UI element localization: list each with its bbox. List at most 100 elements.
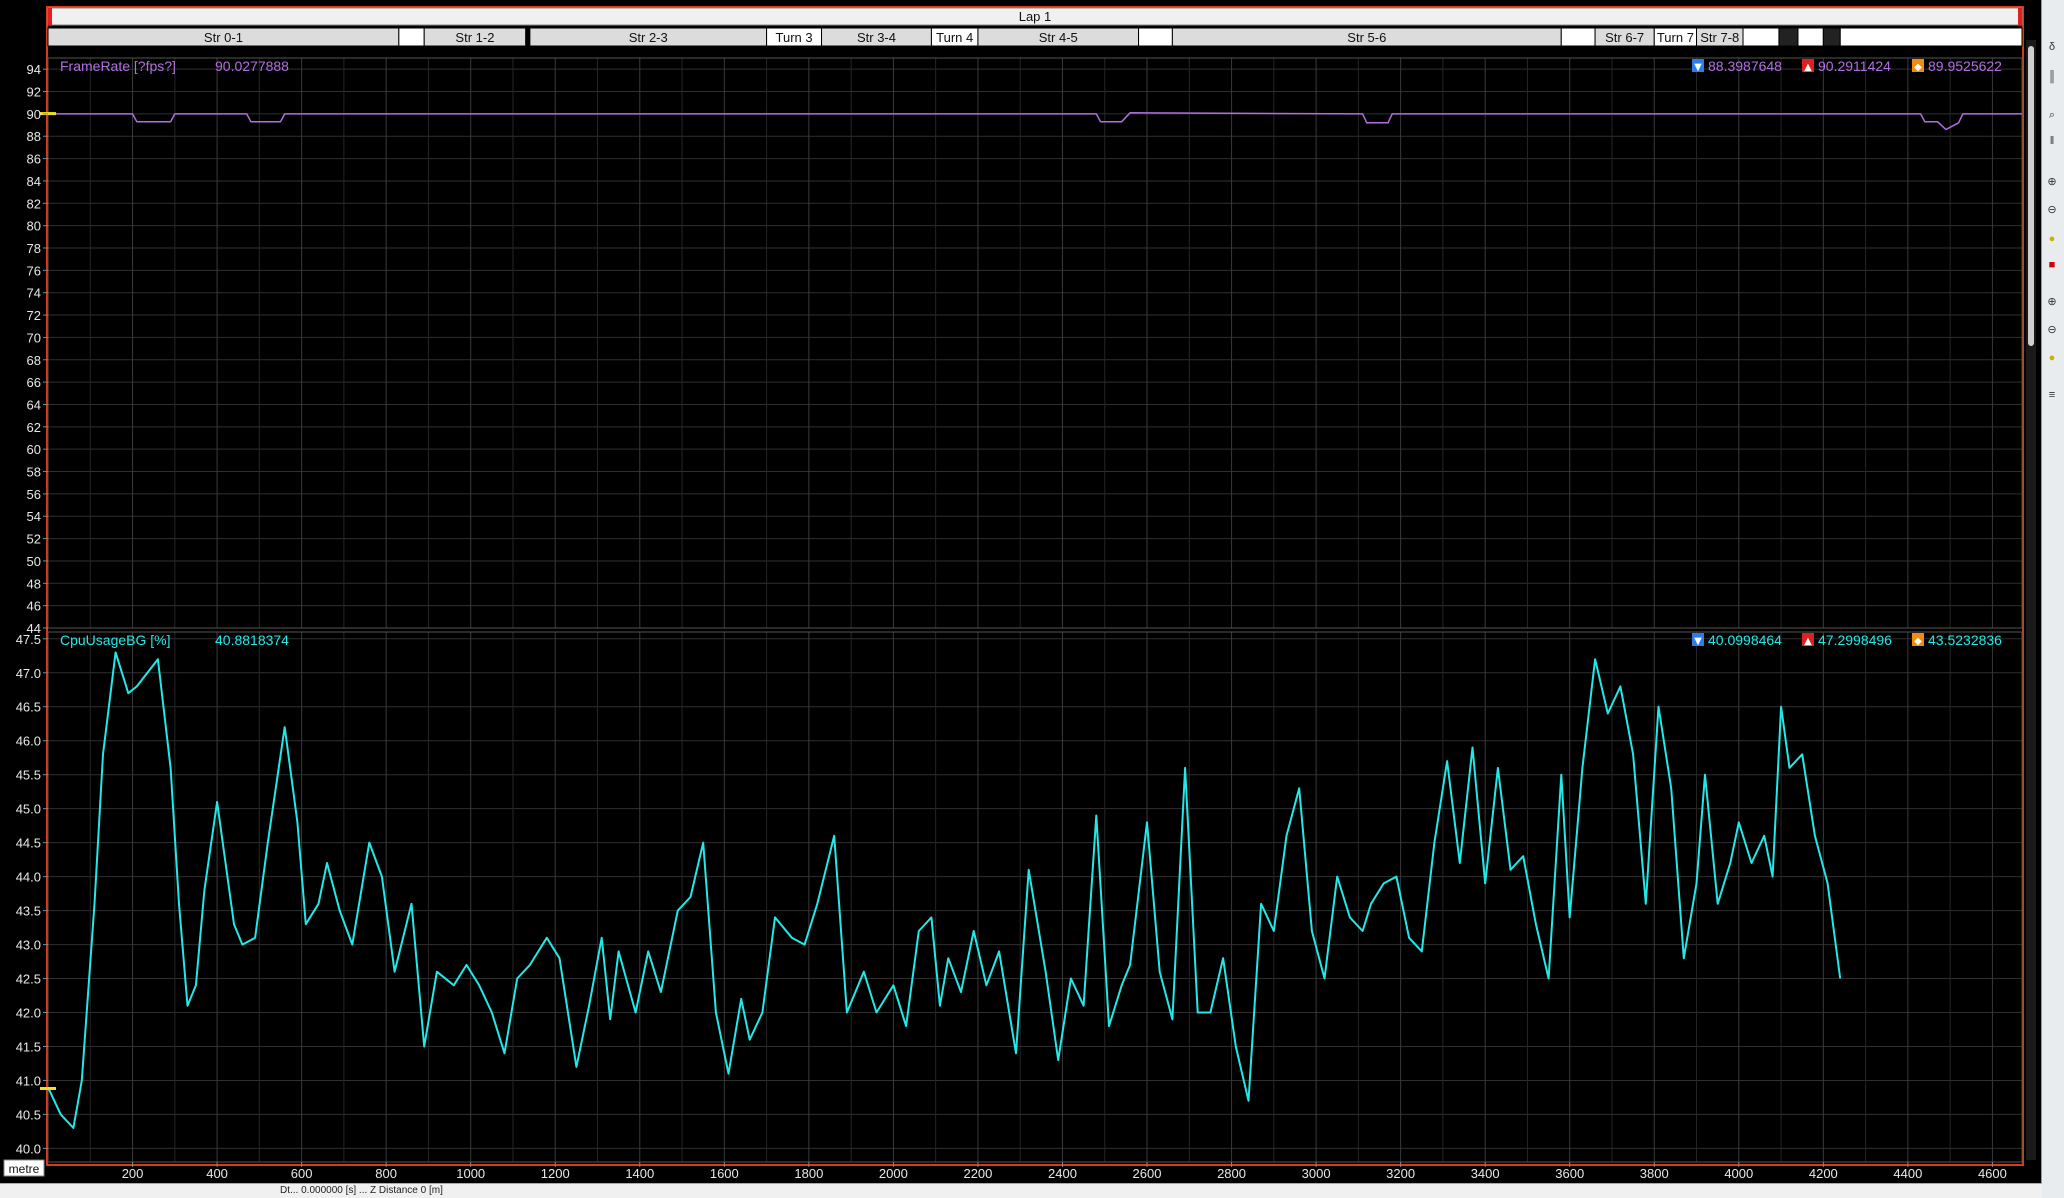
status-bar: Dt... 0.000000 [s] ... Z Distance 0 [m] — [0, 1183, 2042, 1198]
segment-label: Str 3-4 — [857, 30, 896, 45]
xtick-label: 800 — [375, 1166, 397, 1181]
red-marker-icon[interactable]: ■ — [2045, 258, 2059, 272]
cpu-series-name: CpuUsageBG [%] — [60, 632, 171, 648]
segment-bars[interactable]: Lap 1 Str 0-1 Str 1-2 Str 2-3 Turn 3 Str 3-4 T… — [47, 7, 2023, 47]
cpu-ytick-label: 40.0 — [16, 1141, 41, 1156]
segment-14[interactable] — [1742, 27, 1780, 47]
segment-1[interactable] — [398, 27, 425, 47]
cpu-stat-avg: 43.5232836 — [1928, 632, 2002, 648]
framerate-ytick-label: 64 — [27, 397, 41, 412]
framerate-stat-min: 88.3987648 — [1708, 58, 1782, 74]
framerate-ytick-label: 84 — [27, 174, 41, 189]
segment-label: Str 2-3 — [629, 30, 668, 45]
xtick-label: 3800 — [1640, 1166, 1669, 1181]
xtick-label: 3000 — [1302, 1166, 1331, 1181]
dot-icon[interactable]: ● — [2045, 351, 2059, 365]
axis-labels: 4446485052545658606264666870727476788082… — [3, 62, 2007, 1181]
segment-label: Str 7-8 — [1700, 30, 1739, 45]
segment-16[interactable] — [1797, 27, 1824, 47]
cpu-ytick-label: 47.5 — [16, 632, 41, 647]
xtick-label: 2600 — [1133, 1166, 1162, 1181]
cpu-series-line — [47, 651, 1842, 1129]
segment-label: Turn 7 — [1657, 30, 1694, 45]
xtick-label: 600 — [291, 1166, 313, 1181]
minus-icon[interactable]: ⊖ — [2045, 323, 2059, 337]
segment-label: Turn 3 — [776, 30, 813, 45]
xtick-label: 4200 — [1809, 1166, 1838, 1181]
zoom-in-icon[interactable]: ⊕ — [2045, 175, 2059, 189]
xtick-label: 1800 — [794, 1166, 823, 1181]
segment-label: Turn 4 — [936, 30, 973, 45]
right-toolbar: δ ║ ⌕ ‖ ⊕ ⊖ ● ■ ⊕ ⊖ ● ≡ — [2041, 0, 2064, 1198]
bars-icon[interactable]: ║ — [2045, 70, 2059, 84]
framerate-ytick-label: 60 — [27, 442, 41, 457]
framerate-ytick-label: 68 — [27, 353, 41, 368]
cpu-ytick-label: 44.0 — [16, 870, 41, 885]
framerate-ytick-label: 92 — [27, 85, 41, 100]
segment-label: Str 0-1 — [204, 30, 243, 45]
cpu-ytick-label: 45.5 — [16, 768, 41, 783]
delta-icon[interactable]: δ — [2045, 40, 2059, 54]
plus-icon[interactable]: ⊕ — [2045, 295, 2059, 309]
zoom-icon[interactable]: ⌕ — [2045, 108, 2059, 122]
cpu-current-value: 40.8818374 — [215, 632, 289, 648]
cpu-stat-min: 40.0998464 — [1708, 632, 1782, 648]
series-layer — [40, 112, 2022, 1129]
segment-10[interactable] — [1560, 27, 1596, 47]
cpu-ytick-label: 47.0 — [16, 666, 41, 681]
scrollbar-thumb[interactable] — [2028, 46, 2034, 346]
cpu-ytick-label: 45.0 — [16, 802, 41, 817]
segment-8[interactable] — [1138, 27, 1173, 47]
telemetry-window: Lap 1 Str 0-1 Str 1-2 Str 2-3 Turn 3 Str 3-4 T… — [0, 0, 2064, 1198]
xtick-label: 1000 — [456, 1166, 485, 1181]
xtick-label: 3400 — [1471, 1166, 1500, 1181]
x-unit-label: metre — [9, 1162, 40, 1176]
xtick-label: 200 — [122, 1166, 144, 1181]
cpu-stat-avg-glyph: ◆ — [1914, 636, 1922, 647]
framerate-stat-max-glyph: ▲ — [1804, 62, 1812, 73]
xtick-label: 400 — [206, 1166, 228, 1181]
xtick-label: 1400 — [625, 1166, 654, 1181]
framerate-series-name: FrameRate [?fps?] — [60, 58, 176, 74]
cpu-stat-max: 47.2998496 — [1818, 632, 1892, 648]
lap-end-marker — [2018, 8, 2022, 25]
framerate-ytick-label: 74 — [27, 286, 41, 301]
segment-label: Str 5-6 — [1347, 30, 1386, 45]
cpu-stat-min-glyph: ▼ — [1694, 636, 1702, 647]
framerate-ytick-label: 72 — [27, 308, 41, 323]
xtick-label: 1200 — [541, 1166, 570, 1181]
framerate-ytick-label: 46 — [27, 599, 41, 614]
framerate-stat-avg: 89.9525622 — [1928, 58, 2002, 74]
xtick-label: 3200 — [1386, 1166, 1415, 1181]
segment-label: Str 6-7 — [1605, 30, 1644, 45]
lap-start-marker — [48, 8, 52, 25]
framerate-ytick-label: 80 — [27, 219, 41, 234]
align-icon[interactable]: ≡ — [2045, 388, 2059, 402]
segment-18[interactable] — [1839, 27, 2023, 47]
framerate-ytick-label: 94 — [27, 62, 41, 77]
segment-15[interactable] — [1778, 27, 1799, 47]
xtick-label: 4000 — [1724, 1166, 1753, 1181]
cpu-ytick-label: 46.0 — [16, 734, 41, 749]
framerate-stat-avg-glyph: ◆ — [1914, 62, 1922, 73]
framerate-stat-min-glyph: ▼ — [1694, 62, 1702, 73]
framerate-ytick-label: 48 — [27, 576, 41, 591]
framerate-ytick-label: 52 — [27, 532, 41, 547]
xtick-label: 4400 — [1893, 1166, 1922, 1181]
xtick-label: 1600 — [710, 1166, 739, 1181]
framerate-ytick-label: 54 — [27, 509, 41, 524]
cpu-stat-max-glyph: ▲ — [1804, 636, 1812, 647]
framerate-ytick-label: 86 — [27, 152, 41, 167]
yellow-marker-icon[interactable]: ● — [2045, 232, 2059, 246]
cpu-ytick-label: 40.5 — [16, 1107, 41, 1122]
columns-icon[interactable]: ‖ — [2045, 134, 2059, 148]
xtick-label: 2400 — [1048, 1166, 1077, 1181]
cpu-ytick-label: 42.5 — [16, 972, 41, 987]
zoom-out-icon[interactable]: ⊖ — [2045, 203, 2059, 217]
segment-17[interactable] — [1822, 27, 1841, 47]
framerate-ytick-label: 66 — [27, 375, 41, 390]
xtick-label: 4600 — [1978, 1166, 2007, 1181]
framerate-ytick-label: 78 — [27, 241, 41, 256]
xtick-label: 2000 — [879, 1166, 908, 1181]
framerate-ytick-label: 58 — [27, 465, 41, 480]
